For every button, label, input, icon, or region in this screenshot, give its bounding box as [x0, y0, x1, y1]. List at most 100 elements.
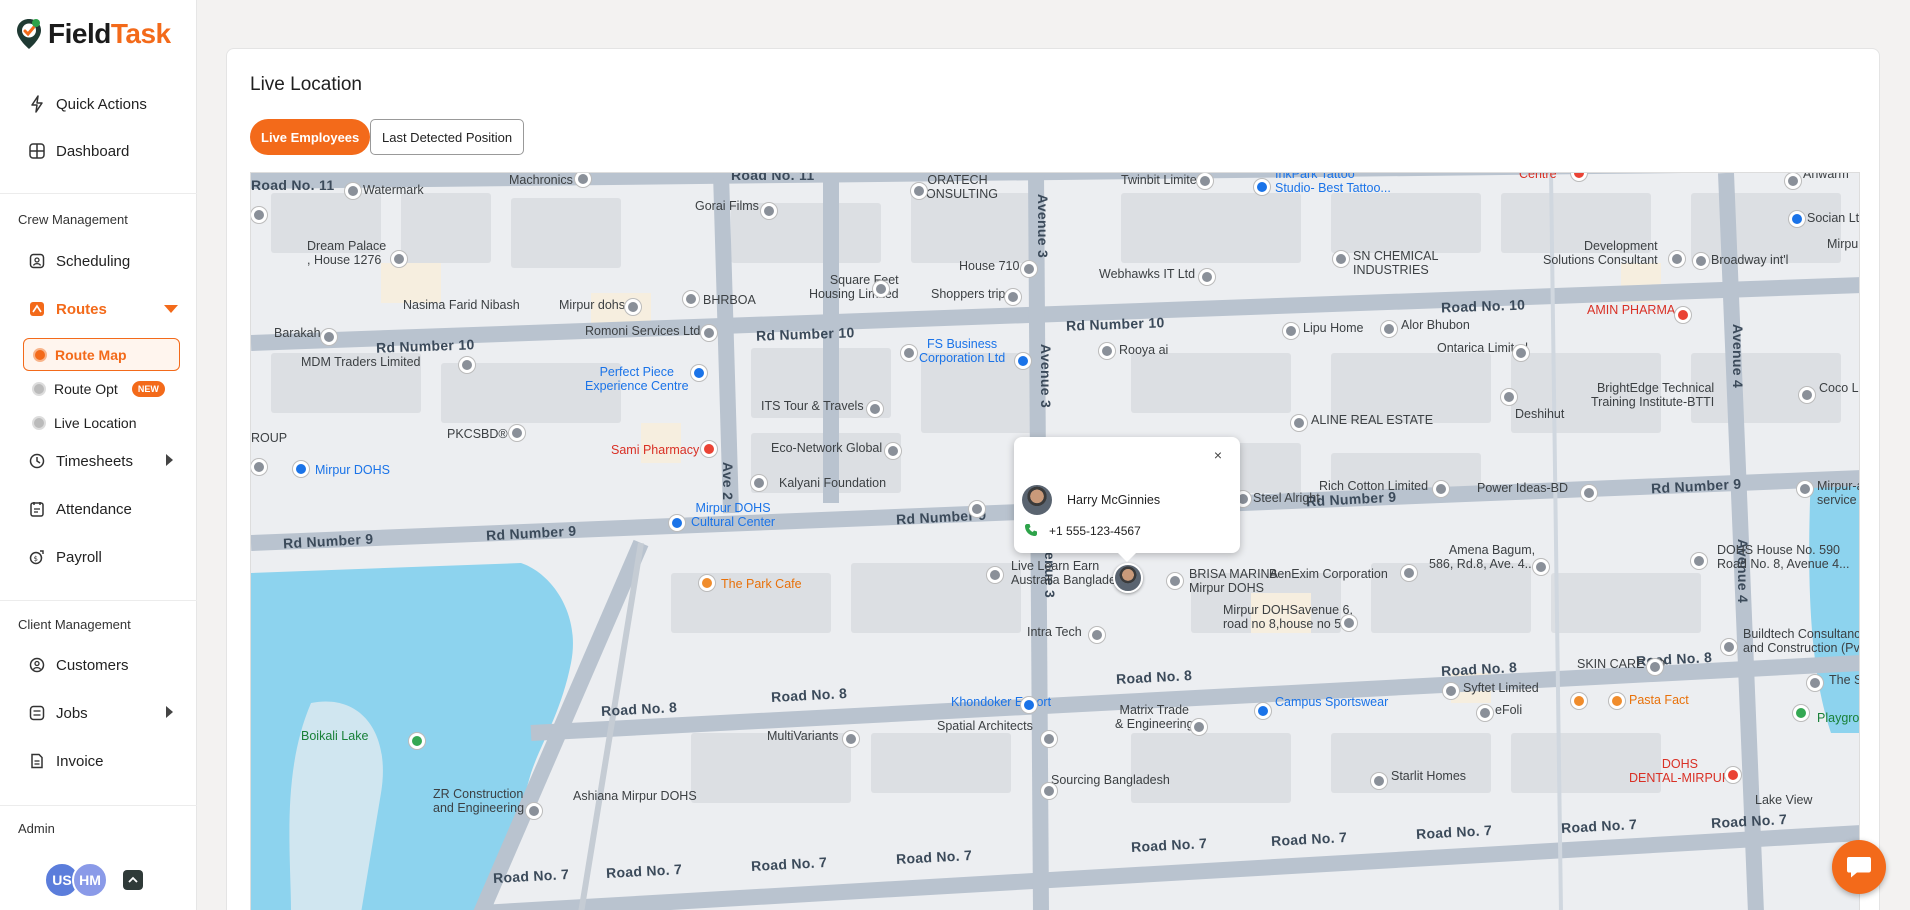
place-pin[interactable]: [459, 357, 475, 373]
place-pin[interactable]: [901, 345, 917, 361]
place-pin[interactable]: [1725, 767, 1741, 783]
map-view[interactable]: Road No. 11 Road No. 11 Rd Number 10 Rd …: [250, 172, 1860, 910]
place-pin[interactable]: [1089, 627, 1105, 643]
place-pin[interactable]: [345, 183, 361, 199]
place-pin[interactable]: [1581, 485, 1597, 501]
place-pin[interactable]: [1647, 659, 1663, 675]
place-pin[interactable]: [699, 575, 715, 591]
place-pin[interactable]: [1167, 573, 1183, 589]
place-pin[interactable]: [1191, 719, 1207, 735]
place-pin[interactable]: [885, 443, 901, 459]
place-pin[interactable]: [1401, 565, 1417, 581]
place-pin[interactable]: [987, 567, 1003, 583]
place-pin[interactable]: [509, 425, 525, 441]
place-pin[interactable]: [911, 183, 927, 199]
place-label: BenExim Corporation: [1269, 567, 1388, 581]
place-pin[interactable]: [251, 207, 267, 223]
nav-invoice[interactable]: Invoice: [28, 749, 104, 773]
nav-payroll[interactable]: $ Payroll: [28, 545, 102, 569]
place-pin[interactable]: [1799, 387, 1815, 403]
place-pin[interactable]: [1333, 251, 1349, 267]
place-pin[interactable]: [701, 441, 717, 457]
place-pin[interactable]: [1255, 703, 1271, 719]
nav-dashboard[interactable]: Dashboard: [28, 139, 129, 163]
place-pin[interactable]: [1283, 323, 1299, 339]
nav-timesheets[interactable]: Timesheets: [28, 449, 133, 473]
place-pin[interactable]: [391, 251, 407, 267]
place-pin[interactable]: [1005, 289, 1021, 305]
nav-jobs[interactable]: Jobs: [28, 701, 88, 725]
place-pin[interactable]: [1015, 353, 1031, 369]
place-pin[interactable]: [1789, 211, 1805, 227]
place-pin[interactable]: [1371, 773, 1387, 789]
tab-live-employees[interactable]: Live Employees: [250, 119, 371, 155]
expand-up-button[interactable]: [123, 870, 143, 890]
place-pin[interactable]: [1443, 683, 1459, 699]
nav-attendance[interactable]: Attendance: [28, 497, 132, 521]
place-pin[interactable]: [1477, 705, 1493, 721]
place-label: Gorai Films: [695, 199, 759, 213]
nav-live-location[interactable]: Live Location: [32, 412, 137, 434]
chevron-down-icon[interactable]: [164, 305, 178, 313]
place-pin[interactable]: [701, 325, 717, 341]
chevron-right-icon[interactable]: [166, 454, 173, 466]
tab-last-detected-position[interactable]: Last Detected Position: [370, 119, 525, 155]
place-label: Campus Sportswear: [1275, 695, 1389, 709]
place-label: MDM Traders Limited: [301, 355, 421, 369]
place-pin[interactable]: [1571, 693, 1587, 709]
place-pin[interactable]: [1693, 253, 1709, 269]
place-pin[interactable]: [873, 281, 889, 297]
place-pin[interactable]: [625, 299, 641, 315]
place-pin[interactable]: [1199, 269, 1215, 285]
place-pin[interactable]: [1797, 481, 1813, 497]
place-pin[interactable]: [409, 733, 425, 749]
place-pin[interactable]: [1533, 559, 1549, 575]
nav-quick-actions[interactable]: Quick Actions: [28, 92, 147, 116]
place-pin[interactable]: [761, 203, 777, 219]
employee-marker[interactable]: [1113, 563, 1143, 593]
bolt-icon: [28, 95, 46, 113]
place-pin[interactable]: [1669, 251, 1685, 267]
place-pin[interactable]: [251, 459, 267, 475]
place-pin[interactable]: [1254, 179, 1270, 195]
place-pin[interactable]: [1793, 705, 1809, 721]
place-pin[interactable]: [669, 515, 685, 531]
nav-scheduling[interactable]: Scheduling: [28, 249, 130, 273]
place-pin[interactable]: [1513, 345, 1529, 361]
chevron-right-icon[interactable]: [166, 706, 173, 718]
nav-route-map[interactable]: Route Map: [23, 338, 180, 371]
place-pin[interactable]: [1197, 173, 1213, 189]
place-pin[interactable]: [683, 291, 699, 307]
place-pin[interactable]: [526, 803, 542, 819]
place-pin[interactable]: [1501, 389, 1517, 405]
place-pin[interactable]: [1041, 731, 1057, 747]
place-pin[interactable]: [1691, 553, 1707, 569]
nav-customers[interactable]: Customers: [28, 653, 129, 677]
place-pin[interactable]: [1291, 415, 1307, 431]
place-pin[interactable]: [1721, 639, 1737, 655]
place-pin[interactable]: [867, 401, 883, 417]
place-pin[interactable]: [293, 461, 309, 477]
place-pin[interactable]: [969, 501, 985, 517]
close-icon[interactable]: ×: [1214, 447, 1222, 463]
place-pin[interactable]: [1021, 261, 1037, 277]
place-pin[interactable]: [1807, 675, 1823, 691]
avatar[interactable]: HM: [72, 862, 108, 898]
place-pin[interactable]: [321, 329, 337, 345]
place-pin[interactable]: [1021, 697, 1037, 713]
place-pin[interactable]: [1609, 693, 1625, 709]
place-pin[interactable]: [1041, 783, 1057, 799]
place-pin[interactable]: [751, 475, 767, 491]
place-pin[interactable]: [1341, 615, 1357, 631]
nav-routes[interactable]: Routes: [28, 297, 107, 321]
app-logo[interactable]: FieldTask: [16, 18, 171, 50]
place-pin[interactable]: [1381, 321, 1397, 337]
place-pin[interactable]: [691, 365, 707, 381]
chat-button[interactable]: [1832, 840, 1886, 894]
place-pin[interactable]: [1675, 307, 1691, 323]
place-pin[interactable]: [1785, 173, 1801, 189]
nav-route-opt[interactable]: Route Opt NEW: [32, 378, 165, 400]
place-pin[interactable]: [843, 731, 859, 747]
place-pin[interactable]: [1433, 481, 1449, 497]
place-pin[interactable]: [1099, 343, 1115, 359]
